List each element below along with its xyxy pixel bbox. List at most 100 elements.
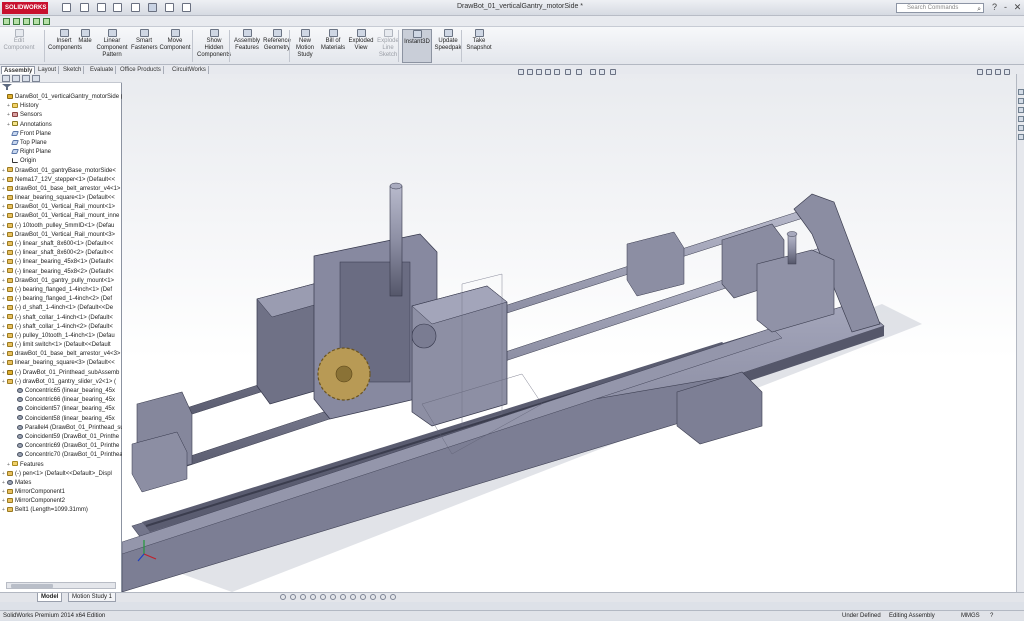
- viewport-maximize-icon[interactable]: [995, 69, 1001, 75]
- panel-horizontal-scrollbar[interactable]: [6, 582, 116, 589]
- feature-tree-item[interactable]: + (-) shaft_collar_1-4inch<1> (Default<: [0, 314, 122, 323]
- feature-tree-item[interactable]: + Sensors: [0, 111, 122, 120]
- tab-model[interactable]: Model: [37, 593, 63, 602]
- display-style-icon[interactable]: [565, 69, 571, 75]
- viewport-tile-icon[interactable]: [986, 69, 992, 75]
- tab-assembly[interactable]: Assembly: [1, 66, 36, 74]
- ribbon-button-move-component[interactable]: Move Component: [158, 29, 192, 52]
- configuration-manager-tab-icon[interactable]: [22, 75, 30, 82]
- feature-tree-item[interactable]: DarwBot_01_verticalGantry_motorSide (: [0, 93, 122, 102]
- feature-tree-item[interactable]: + drawBot_01_base_belt_arrestor_v4<3>: [0, 350, 122, 359]
- feature-tree-item[interactable]: + linear_bearing_square<3> (Default<<: [0, 359, 122, 368]
- feature-tree-item[interactable]: + Features: [0, 461, 122, 470]
- sketch-tool-icon[interactable]: [380, 594, 386, 600]
- tab-circuitworks[interactable]: CircuitWorks: [170, 66, 209, 74]
- feature-tree-item[interactable]: Coincident58 (linear_bearing_45x: [0, 415, 122, 424]
- toolbar-icon-1[interactable]: [3, 18, 10, 25]
- feature-tree-item[interactable]: + MirrorComponent1: [0, 488, 122, 497]
- filter-icon[interactable]: [2, 84, 12, 90]
- feature-tree-item[interactable]: + DrawBot_01_Vertical_Rail_mount_inne: [0, 212, 122, 221]
- sketch-tool-icon[interactable]: [320, 594, 326, 600]
- feature-tree-item[interactable]: Top Plane: [0, 139, 122, 148]
- feature-tree-item[interactable]: + Belt1 (Length=1099.31mm): [0, 506, 122, 515]
- zoom-to-fit-icon[interactable]: [518, 69, 524, 75]
- feature-tree-item[interactable]: + (-) bearing_flanged_1-4inch<1> (Def: [0, 286, 122, 295]
- feature-tree-item[interactable]: + Nema17_12V_stepper<1> (Default<<: [0, 176, 122, 185]
- appearances-icon[interactable]: [1018, 125, 1024, 131]
- hide-show-items-icon[interactable]: [576, 69, 582, 75]
- toolbar-icon-5[interactable]: [43, 18, 50, 25]
- previous-view-icon[interactable]: [536, 69, 542, 75]
- ribbon-button-edit-component[interactable]: Edit Component: [2, 29, 36, 52]
- feature-tree-item[interactable]: Coincident59 (DrawBot_01_Printhe: [0, 433, 122, 442]
- feature-tree-item[interactable]: + (-) linear_bearing_45x8<2> (Default<: [0, 268, 122, 277]
- ribbon-button-show-hidden-components[interactable]: Show Hidden Components: [197, 29, 231, 59]
- feature-tree-item[interactable]: + DrawBot_01_Vertical_Rail_mount<1>: [0, 203, 122, 212]
- feature-tree-item[interactable]: + Mates: [0, 479, 122, 488]
- tab-motion-study-1[interactable]: Motion Study 1: [68, 593, 117, 602]
- feature-tree-item[interactable]: + (-) shaft_collar_1-4inch<2> (Default<: [0, 323, 122, 332]
- undo-icon[interactable]: [131, 3, 140, 12]
- section-view-icon[interactable]: [545, 69, 551, 75]
- feature-tree-item[interactable]: + Annotations: [0, 121, 122, 130]
- close-icon[interactable]: ✕: [1012, 2, 1023, 13]
- ribbon-button-new-motion-study[interactable]: New Motion Study: [293, 29, 317, 59]
- feature-tree-item[interactable]: Concentric69 (DrawBot_01_Printhe: [0, 442, 122, 451]
- feature-tree-item[interactable]: + (-) bearing_flanged_1-4inch<2> (Def: [0, 295, 122, 304]
- solidworks-logo[interactable]: SOLIDWORKS: [2, 2, 48, 14]
- search-icon[interactable]: ⌕: [977, 5, 981, 14]
- edit-appearance-icon[interactable]: [590, 69, 596, 75]
- feature-tree-item[interactable]: + (-) pen<1> (Default<<Default>_Displ: [0, 470, 122, 479]
- feature-tree-item[interactable]: + DrawBot_01_gantryBase_motorSide<: [0, 167, 122, 176]
- ribbon-button-smart-fasteners[interactable]: Smart Fasteners: [131, 29, 158, 52]
- select-icon[interactable]: [148, 3, 157, 12]
- feature-tree-item[interactable]: Coincident57 (linear_bearing_45x: [0, 405, 122, 414]
- viewport-close-icon[interactable]: [1004, 69, 1010, 75]
- minimize-icon[interactable]: -: [1000, 2, 1011, 13]
- display-manager-tab-icon[interactable]: [32, 75, 40, 82]
- feature-tree-tab-icon[interactable]: [2, 75, 10, 82]
- sketch-tool-icon[interactable]: [300, 594, 306, 600]
- feature-tree-item[interactable]: + (-) linear_bearing_45x8<1> (Default<: [0, 258, 122, 267]
- feature-tree-item[interactable]: Parallel4 (DrawBot_01_Printhead_su: [0, 424, 122, 433]
- ribbon-button-linear-component-pattern[interactable]: Linear Component Pattern: [94, 29, 130, 59]
- tab-evaluate[interactable]: Evaluate: [88, 66, 117, 74]
- feature-tree-item[interactable]: + (-) pulley_10tooth_1-4inch<1> (Defau: [0, 332, 122, 341]
- feature-tree-item[interactable]: + (-) d_shaft_1-4inch<1> (Default<<De: [0, 304, 122, 313]
- feature-tree-item[interactable]: + (-) linear_shaft_8x600<2> (Default<<: [0, 249, 122, 258]
- ribbon-button-mate[interactable]: Mate: [76, 29, 94, 45]
- tab-office-products[interactable]: Office Products: [118, 66, 164, 74]
- graphics-area[interactable]: [121, 74, 1016, 593]
- viewport-restore-icon[interactable]: [977, 69, 983, 75]
- new-document-icon[interactable]: [62, 3, 71, 12]
- feature-tree-item[interactable]: Concentric65 (linear_bearing_45x: [0, 387, 122, 396]
- open-document-icon[interactable]: [80, 3, 89, 12]
- feature-tree-item[interactable]: + drawBot_01_base_belt_arrestor_v4<1>: [0, 185, 122, 194]
- custom-properties-icon[interactable]: [1018, 134, 1024, 140]
- feature-tree-item[interactable]: + (-) DrawBot_01_Printhead_subAssemb: [0, 369, 122, 378]
- solidworks-resources-icon[interactable]: [1018, 89, 1024, 95]
- ribbon-button-reference-geometry[interactable]: Reference Geometry: [262, 29, 292, 52]
- sketch-tool-icon[interactable]: [310, 594, 316, 600]
- sketch-tool-icon[interactable]: [340, 594, 346, 600]
- sketch-tool-icon[interactable]: [290, 594, 296, 600]
- feature-tree-item[interactable]: + DrawBot_01_gantry_pully_mount<1>: [0, 277, 122, 286]
- sketch-tool-icon[interactable]: [360, 594, 366, 600]
- feature-tree-item[interactable]: + (-) drawBot_01_gantry_slider_v2<1> (: [0, 378, 122, 387]
- sketch-tool-icon[interactable]: [280, 594, 286, 600]
- feature-tree-item[interactable]: Concentric70 (DrawBot_01_Printhea: [0, 451, 122, 460]
- rebuild-icon[interactable]: [165, 3, 174, 12]
- feature-tree-item[interactable]: + (-) 10tooth_pulley_5mmID<1> (Defau: [0, 222, 122, 231]
- sketch-tool-icon[interactable]: [390, 594, 396, 600]
- property-manager-tab-icon[interactable]: [12, 75, 20, 82]
- view-palette-icon[interactable]: [1018, 116, 1024, 122]
- design-library-icon[interactable]: [1018, 98, 1024, 104]
- feature-tree-item[interactable]: + DrawBot_01_Vertical_Rail_mount<3>: [0, 231, 122, 240]
- view-settings-icon[interactable]: [610, 69, 616, 75]
- ribbon-button-explode-line-sketch[interactable]: Explode Line Sketch: [377, 29, 399, 59]
- feature-tree-item[interactable]: Origin: [0, 157, 122, 166]
- search-commands-input[interactable]: Search Commands ⌕: [896, 3, 984, 13]
- view-orientation-icon[interactable]: [554, 69, 560, 75]
- sketch-tool-icon[interactable]: [370, 594, 376, 600]
- feature-tree-item[interactable]: Front Plane: [0, 130, 122, 139]
